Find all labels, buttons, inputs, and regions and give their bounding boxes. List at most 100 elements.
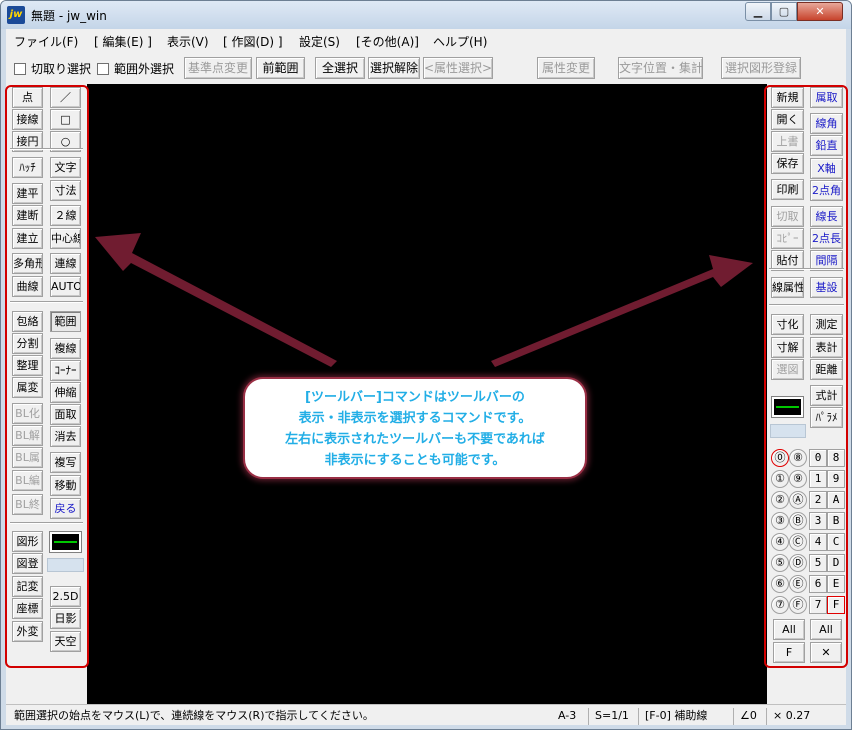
left-tool-button[interactable]: BL化 bbox=[12, 403, 43, 424]
layer-button[interactable]: D bbox=[827, 554, 845, 572]
left-tool-button[interactable]: 外変 bbox=[12, 621, 43, 642]
menu-file[interactable]: ファイル(F) bbox=[14, 33, 78, 50]
change-base-point-button[interactable]: 基準点変更 bbox=[184, 57, 252, 79]
attribute-select-button[interactable]: <属性選択> bbox=[423, 57, 493, 79]
left-tool-button[interactable]: 範囲 bbox=[50, 311, 81, 332]
left-tool-button[interactable]: 消去 bbox=[50, 426, 81, 447]
right-tool-button[interactable]: 基設 bbox=[810, 277, 843, 298]
right-tool-button[interactable]: ﾊﾟﾗﾒ bbox=[810, 407, 843, 428]
left-tool-button[interactable]: 戻る bbox=[50, 498, 81, 519]
text-position-summary-button[interactable]: 文字位置・集計 bbox=[618, 57, 703, 79]
layer-group-round-button[interactable]: Ⓑ bbox=[789, 512, 807, 530]
layer-button[interactable]: 8 bbox=[827, 449, 845, 467]
layer-group-round-button[interactable]: ⑨ bbox=[789, 470, 807, 488]
right-tool-button[interactable]: 式計 bbox=[810, 385, 843, 406]
left-tool-button[interactable]: 天空 bbox=[50, 631, 81, 652]
right-line-color-swatch[interactable] bbox=[771, 396, 804, 418]
left-tool-button[interactable]: 面取 bbox=[50, 404, 81, 425]
layer-button[interactable]: 3 bbox=[809, 512, 827, 530]
layer-clear-button[interactable]: ✕ bbox=[810, 642, 842, 663]
left-tool-button[interactable]: 文字 bbox=[50, 157, 81, 178]
menu-view[interactable]: 表示(V) bbox=[167, 33, 209, 50]
right-tool-button[interactable]: 鉛直 bbox=[810, 135, 843, 156]
right-tool-button[interactable]: 表計 bbox=[810, 337, 843, 358]
right-tool-button[interactable]: 切取 bbox=[771, 206, 804, 227]
layer-button[interactable]: A bbox=[827, 491, 845, 509]
layer-button[interactable]: C bbox=[827, 533, 845, 551]
left-tool-button[interactable]: 日影 bbox=[50, 608, 81, 629]
left-tool-button[interactable]: 建断 bbox=[12, 205, 43, 226]
left-tool-button[interactable]: 座標 bbox=[12, 598, 43, 619]
layer-button[interactable]: 6 bbox=[809, 575, 827, 593]
left-tool-button[interactable]: 包絡 bbox=[12, 311, 43, 332]
layer-group-round-button[interactable]: Ⓔ bbox=[789, 575, 807, 593]
paper-size[interactable]: A-3 bbox=[558, 708, 576, 725]
menu-draw[interactable]: [ 作図(D) ] bbox=[223, 33, 283, 50]
layer-group-round-button[interactable]: Ⓒ bbox=[789, 533, 807, 551]
menu-help[interactable]: ヘルプ(H) bbox=[433, 33, 487, 50]
right-tool-button[interactable]: 印刷 bbox=[771, 179, 804, 200]
layer-button[interactable]: E bbox=[827, 575, 845, 593]
left-tool-button[interactable]: □ bbox=[50, 109, 81, 130]
left-tool-button[interactable]: BL終 bbox=[12, 494, 43, 515]
left-tool-button[interactable]: 記変 bbox=[12, 576, 43, 597]
layer-group-round-button[interactable]: ⑤ bbox=[771, 554, 789, 572]
layer-group-round-button[interactable]: ③ bbox=[771, 512, 789, 530]
checkbox-box[interactable] bbox=[97, 63, 109, 75]
close-button[interactable]: ✕ bbox=[797, 2, 843, 21]
layer-group-round-button[interactable]: ④ bbox=[771, 533, 789, 551]
layer-button[interactable]: 5 bbox=[809, 554, 827, 572]
layer-button[interactable]: 9 bbox=[827, 470, 845, 488]
right-tool-button[interactable]: X軸 bbox=[810, 158, 843, 179]
layer-group-round-button[interactable]: ① bbox=[771, 470, 789, 488]
left-tool-button[interactable]: 曲線 bbox=[12, 276, 43, 297]
left-tool-button[interactable]: 分割 bbox=[12, 333, 43, 354]
layer-group-round-button[interactable]: ② bbox=[771, 491, 789, 509]
left-tool-button[interactable]: 属変 bbox=[12, 377, 43, 398]
left-tool-button[interactable]: 複線 bbox=[50, 338, 81, 359]
left-tool-button[interactable]: BL編 bbox=[12, 470, 43, 491]
zoom-factor[interactable]: × 0.27 bbox=[766, 708, 810, 725]
layer-all-button[interactable]: All bbox=[810, 619, 842, 640]
left-tool-button[interactable]: 点 bbox=[12, 87, 43, 108]
right-tool-button[interactable]: 測定 bbox=[810, 314, 843, 335]
left-tool-button[interactable]: 伸縮 bbox=[50, 382, 81, 403]
layer-group-round-button[interactable]: ⓪ bbox=[771, 449, 789, 467]
right-tool-button[interactable]: 保存 bbox=[771, 153, 804, 174]
previous-range-button[interactable]: 前範囲 bbox=[256, 57, 305, 79]
left-tool-button[interactable]: 建平 bbox=[12, 183, 43, 204]
left-tool-button[interactable]: 複写 bbox=[50, 452, 81, 473]
right-tool-button[interactable]: 寸解 bbox=[771, 337, 804, 358]
left-tool-button[interactable]: 多角形 bbox=[12, 253, 43, 274]
left-tool-button[interactable]: 接線 bbox=[12, 109, 43, 130]
left-tool-button[interactable]: 整理 bbox=[12, 355, 43, 376]
scale-indicator[interactable]: S=1/1 bbox=[588, 708, 629, 725]
layer-button[interactable]: 4 bbox=[809, 533, 827, 551]
right-tool-button[interactable]: ｺﾋﾟｰ bbox=[771, 228, 804, 249]
layer-button[interactable]: 1 bbox=[809, 470, 827, 488]
deselect-button[interactable]: 選択解除 bbox=[368, 57, 420, 79]
checkbox-box[interactable] bbox=[14, 63, 26, 75]
outside-select-checkbox[interactable]: 範囲外選択 bbox=[97, 60, 174, 77]
layer-group-round-button[interactable]: ⑦ bbox=[771, 596, 789, 614]
layer-button[interactable]: 2 bbox=[809, 491, 827, 509]
attribute-change-button[interactable]: 属性変更 bbox=[537, 57, 595, 79]
left-tool-button[interactable]: BL属 bbox=[12, 447, 43, 468]
left-tool-button[interactable]: ／ bbox=[50, 87, 81, 108]
left-tool-button[interactable]: 連線 bbox=[50, 253, 81, 274]
layer-group-round-button[interactable]: Ⓐ bbox=[789, 491, 807, 509]
minimize-button[interactable]: ▁ bbox=[745, 2, 771, 21]
right-tool-button[interactable]: 距離 bbox=[810, 359, 843, 380]
maximize-button[interactable]: ▢ bbox=[771, 2, 797, 21]
right-tool-button[interactable]: 属取 bbox=[810, 87, 843, 108]
layer-group-round-button[interactable]: ⑥ bbox=[771, 575, 789, 593]
right-tool-button[interactable]: 選図 bbox=[771, 359, 804, 380]
layer-group-round-button[interactable]: Ⓓ bbox=[789, 554, 807, 572]
layer-button[interactable]: 0 bbox=[809, 449, 827, 467]
left-tool-button[interactable]: ﾊｯﾁ bbox=[12, 157, 43, 178]
left-tool-button[interactable]: AUTO bbox=[50, 276, 81, 297]
left-tool-button[interactable]: 図登 bbox=[12, 553, 43, 574]
right-tool-button[interactable]: 寸化 bbox=[771, 314, 804, 335]
right-tool-button[interactable]: 新規 bbox=[771, 87, 804, 108]
left-tool-button[interactable]: ｺｰﾅｰ bbox=[50, 360, 81, 381]
